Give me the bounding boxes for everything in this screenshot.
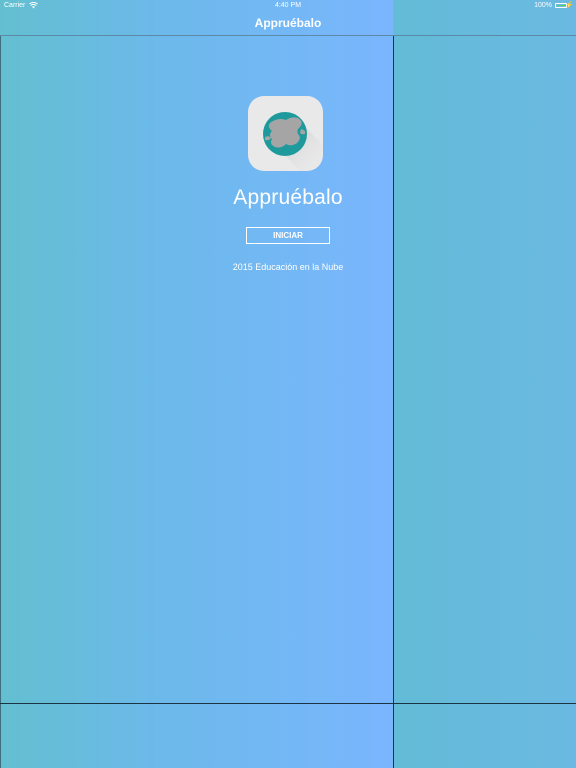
globe-app-icon: [248, 96, 323, 171]
background-right-pane: [394, 0, 576, 768]
navigation-bar: Appruébalo: [0, 12, 576, 36]
copyright-text: 2015 Educación en la Nube: [232, 262, 344, 272]
horizontal-divider: [0, 703, 576, 704]
nav-title: Appruébalo: [254, 16, 322, 30]
clock-time: 4:40 PM: [274, 2, 302, 9]
start-button[interactable]: INICIAR: [246, 227, 330, 244]
background-left-pane: [0, 0, 393, 768]
status-bar: Carrier 4:40 PM 100% ⚡: [0, 0, 576, 12]
left-edge-divider: [0, 36, 1, 768]
charging-bolt-icon: ⚡: [565, 2, 574, 9]
battery-percentage: 100%: [534, 2, 552, 9]
app-name-heading: Appruébalo: [233, 186, 343, 209]
globe-icon: [263, 112, 323, 171]
vertical-divider: [393, 36, 394, 768]
